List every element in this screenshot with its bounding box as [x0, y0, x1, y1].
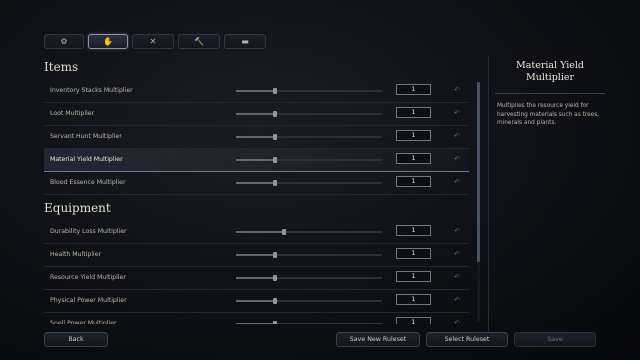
setting-label: Material Yield Multiplier — [50, 156, 123, 163]
hand-icon: ✋ — [103, 37, 113, 46]
crossed-swords-icon: ✕ — [149, 37, 157, 46]
slider-handle[interactable] — [273, 180, 278, 186]
setting-row[interactable]: Loot Multiplier 1 ↶ — [44, 103, 469, 126]
setting-value-input[interactable]: 1 — [396, 176, 431, 187]
list-scrollbar[interactable] — [477, 82, 480, 322]
reset-icon[interactable]: ↶ — [454, 86, 460, 94]
save-new-ruleset-button[interactable]: Save New Ruleset — [336, 332, 420, 347]
setting-label: Resource Yield Multiplier — [50, 274, 126, 281]
setting-label: Loot Multiplier — [50, 110, 95, 117]
setting-row[interactable]: Servant Hunt Multiplier 1 ↶ — [44, 126, 469, 149]
slider-fill — [236, 254, 276, 256]
setting-label: Servant Hunt Multiplier — [50, 133, 122, 140]
save-button[interactable]: Save — [514, 332, 596, 347]
setting-row[interactable]: Material Yield Multiplier 1 ↶ — [44, 149, 469, 172]
slider-fill — [236, 231, 285, 233]
setting-label: Blood Essence Multiplier — [50, 179, 126, 186]
setting-row[interactable]: Durability Loss Multiplier 1 ↶ — [44, 221, 469, 244]
slider-fill — [236, 113, 276, 115]
info-title: Material Yield Multiplier — [515, 60, 585, 83]
settings-list: Items Inventory Stacks Multiplier 1 ↶ Loot … — [44, 58, 469, 324]
reset-icon[interactable]: ↶ — [454, 132, 460, 140]
tab-rules[interactable]: ✋ — [88, 34, 128, 49]
slider-fill — [236, 323, 276, 324]
slider-fill — [236, 159, 276, 161]
items-rows: Inventory Stacks Multiplier 1 ↶ Loot Multip… — [44, 80, 469, 195]
section-title-equipment: Equipment — [44, 201, 111, 215]
setting-value-input[interactable]: 1 — [396, 271, 431, 282]
slider-handle[interactable] — [282, 229, 287, 235]
setting-label: Inventory Stacks Multiplier — [50, 87, 133, 94]
select-ruleset-button[interactable]: Select Ruleset — [426, 332, 508, 347]
section-title-items: Items — [44, 60, 79, 74]
settings-tab-bar: ⚙ ✋ ✕ 🔨 ▬ — [44, 34, 266, 51]
scrollbar-thumb[interactable] — [477, 82, 480, 262]
tab-combat[interactable]: ✕ — [132, 34, 174, 49]
setting-slider[interactable] — [236, 298, 382, 304]
chest-icon: ▬ — [241, 37, 249, 46]
setting-slider[interactable] — [236, 88, 382, 94]
slider-handle[interactable] — [273, 252, 278, 258]
setting-value-input[interactable]: 1 — [396, 317, 431, 324]
setting-row[interactable]: Health Multiplier 1 ↶ — [44, 244, 469, 267]
slider-handle[interactable] — [273, 298, 278, 304]
info-divider — [495, 93, 605, 94]
setting-label: Physical Power Multiplier — [50, 297, 127, 304]
info-description: Multiplies the resource yield for harves… — [497, 103, 600, 126]
setting-value-input[interactable]: 1 — [396, 84, 431, 95]
reset-icon[interactable]: ↶ — [454, 109, 460, 117]
slider-fill — [236, 136, 276, 138]
tab-storage[interactable]: ▬ — [224, 34, 266, 49]
reset-icon[interactable]: ↶ — [454, 296, 460, 304]
slider-handle[interactable] — [273, 275, 278, 281]
setting-row[interactable]: Spell Power Multiplier 1 ↶ — [44, 313, 469, 324]
slider-fill — [236, 277, 276, 279]
slider-handle[interactable] — [273, 111, 278, 117]
equipment-rows: Durability Loss Multiplier 1 ↶ Health Multi… — [44, 221, 469, 324]
setting-label: Durability Loss Multiplier — [50, 228, 127, 235]
setting-row[interactable]: Inventory Stacks Multiplier 1 ↶ — [44, 80, 469, 103]
setting-slider[interactable] — [236, 275, 382, 281]
reset-icon[interactable]: ↶ — [454, 227, 460, 235]
setting-value-input[interactable]: 1 — [396, 294, 431, 305]
setting-row[interactable]: Resource Yield Multiplier 1 ↶ — [44, 267, 469, 290]
setting-label: Health Multiplier — [50, 251, 102, 258]
setting-label: Spell Power Multiplier — [50, 320, 117, 324]
setting-slider[interactable] — [236, 180, 382, 186]
slider-fill — [236, 300, 276, 302]
tab-general[interactable]: ⚙ — [44, 34, 84, 49]
setting-value-input[interactable]: 1 — [396, 248, 431, 259]
slider-handle[interactable] — [273, 88, 278, 94]
slider-handle[interactable] — [273, 321, 278, 324]
reset-icon[interactable]: ↶ — [454, 178, 460, 186]
setting-value-input[interactable]: 1 — [396, 153, 431, 164]
setting-slider[interactable] — [236, 229, 382, 235]
setting-row[interactable]: Physical Power Multiplier 1 ↶ — [44, 290, 469, 313]
info-panel: Material Yield Multiplier Multiplies the… — [488, 56, 611, 332]
reset-icon[interactable]: ↶ — [454, 319, 460, 324]
hammer-icon: 🔨 — [194, 37, 204, 46]
setting-row[interactable]: Blood Essence Multiplier 1 ↶ — [44, 172, 469, 195]
setting-value-input[interactable]: 1 — [396, 225, 431, 236]
reset-icon[interactable]: ↶ — [454, 155, 460, 163]
gear-icon: ⚙ — [60, 37, 68, 46]
tab-crafting[interactable]: 🔨 — [178, 34, 220, 49]
setting-slider[interactable] — [236, 111, 382, 117]
slider-fill — [236, 90, 276, 92]
reset-icon[interactable]: ↶ — [454, 250, 460, 258]
setting-value-input[interactable]: 1 — [396, 130, 431, 141]
setting-slider[interactable] — [236, 252, 382, 258]
reset-icon[interactable]: ↶ — [454, 273, 460, 281]
setting-slider[interactable] — [236, 321, 382, 324]
setting-value-input[interactable]: 1 — [396, 107, 431, 118]
slider-handle[interactable] — [273, 157, 278, 163]
slider-handle[interactable] — [273, 134, 278, 140]
slider-fill — [236, 182, 276, 184]
setting-slider[interactable] — [236, 157, 382, 163]
back-button[interactable]: Back — [44, 332, 108, 347]
setting-slider[interactable] — [236, 134, 382, 140]
